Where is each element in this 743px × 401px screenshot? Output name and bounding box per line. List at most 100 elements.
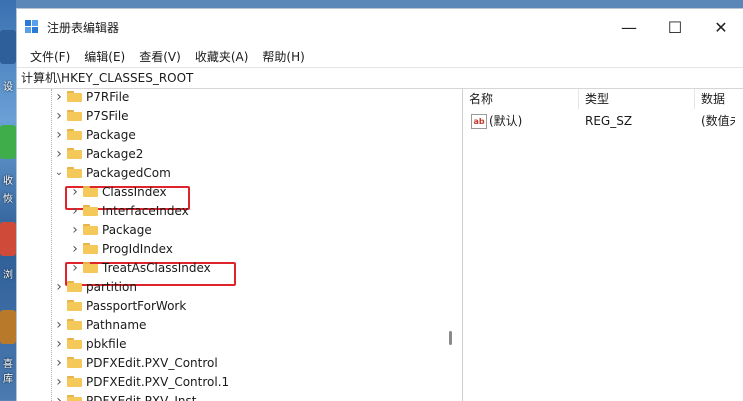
column-type-header[interactable]: 类型 — [579, 89, 695, 109]
chevron-right-icon[interactable]: › — [53, 353, 65, 372]
folder-icon — [83, 186, 98, 197]
menu-view[interactable]: 查看(V) — [132, 48, 188, 65]
chevron-right-icon[interactable]: › — [53, 106, 65, 125]
folder-icon — [67, 129, 82, 140]
folder-icon — [67, 167, 82, 178]
address-bar[interactable]: 计算机\HKEY_CLASSES_ROOT — [17, 67, 743, 89]
chevron-right-icon[interactable]: › — [69, 182, 81, 201]
tree-item-label: InterfaceIndex — [102, 204, 189, 218]
tree-item[interactable]: › P7RFile — [53, 89, 129, 106]
chevron-right-icon[interactable]: › — [53, 315, 65, 334]
values-pane[interactable]: 名称 类型 数据 ab (默认) REG_SZ (数值未设置) — [463, 89, 743, 401]
folder-icon — [83, 262, 98, 273]
folder-icon — [67, 300, 82, 311]
regedit-icon — [25, 20, 39, 34]
tree-item-label: ClassIndex — [102, 185, 167, 199]
tree-item-label: partition — [86, 280, 137, 294]
minimize-button[interactable]: — — [606, 9, 652, 45]
value-data: (数值未设置) — [701, 111, 735, 131]
chevron-right-icon[interactable]: › — [53, 372, 65, 391]
recycle-bin-icon[interactable] — [0, 125, 16, 159]
chevron-right-icon[interactable]: › — [53, 144, 65, 163]
desktop-icon-label: 浏 — [0, 266, 16, 281]
chevron-right-icon[interactable]: › — [53, 89, 65, 106]
tree-item-label: Package — [102, 223, 152, 237]
tree-item[interactable]: PassportForWork — [53, 296, 186, 315]
title-bar[interactable]: 注册表编辑器 — ☐ ✕ — [17, 9, 743, 45]
tree-item-label: P7SFile — [86, 109, 129, 123]
folder-icon — [67, 110, 82, 121]
game-icon[interactable] — [0, 310, 16, 344]
tree-item-label: Package2 — [86, 147, 143, 161]
chevron-right-icon[interactable]: › — [69, 258, 81, 277]
tree-scrollbar[interactable] — [446, 89, 456, 401]
column-data-header[interactable]: 数据 — [695, 89, 743, 109]
tree-item-label: pbkfile — [86, 337, 126, 351]
desktop-icon-label: 恢 — [0, 190, 16, 205]
value-type: REG_SZ — [585, 111, 693, 131]
chevron-right-icon[interactable]: › — [53, 125, 65, 144]
tree-item[interactable]: › InterfaceIndex — [69, 201, 189, 220]
tree-item-label: Package — [86, 128, 136, 142]
tree-item-label: PassportForWork — [86, 299, 186, 313]
tree-item[interactable]: › Pathname — [53, 315, 146, 334]
chevron-right-icon[interactable]: › — [69, 201, 81, 220]
folder-icon — [67, 376, 82, 387]
menu-bar: 文件(F) 编辑(E) 查看(V) 收藏夹(A) 帮助(H) — [17, 45, 743, 67]
tree-item[interactable]: › PDFXEdit.PXV_Control — [53, 353, 218, 372]
tree-item-label: P7RFile — [86, 90, 129, 104]
folder-icon — [67, 338, 82, 349]
close-button[interactable]: ✕ — [698, 9, 743, 45]
key-tree-pane[interactable]: ›P7RFile›P7SFile›Package›Package2⌄Packag… — [17, 89, 463, 401]
tree-item[interactable]: › ClassIndex — [69, 182, 167, 201]
tree-item[interactable]: › partition — [53, 277, 137, 296]
desktop-background: 设 收 恢 浏 喜 库 — [0, 0, 16, 400]
folder-icon — [83, 224, 98, 235]
desktop-icon-label: 收 — [0, 172, 16, 187]
tree-item[interactable]: ›PDFXEdit.PXV_Control.1 — [53, 372, 229, 391]
chevron-right-icon[interactable]: › — [53, 277, 65, 296]
tree-item[interactable]: › Package2 — [53, 144, 143, 163]
folder-icon — [83, 243, 98, 254]
maximize-button[interactable]: ☐ — [652, 9, 698, 45]
chevron-right-icon[interactable]: › — [53, 334, 65, 353]
desktop-icon-label: 库 — [0, 370, 16, 385]
chevron-down-icon[interactable]: ⌄ — [53, 163, 65, 182]
tree-item-label: TreatAsClassIndex — [102, 261, 211, 275]
tree-guide-line — [51, 89, 52, 401]
column-name-header[interactable]: 名称 — [463, 89, 579, 109]
scroll-thumb[interactable] — [449, 331, 452, 345]
tree-item[interactable]: ⌄PackagedCom — [53, 163, 171, 182]
tree-item[interactable]: › Package — [53, 125, 136, 144]
desktop-icon-label: 喜 — [0, 355, 16, 370]
tree-item[interactable]: › P7SFile — [53, 106, 129, 125]
menu-favorites[interactable]: 收藏夹(A) — [188, 48, 256, 65]
window-title: 注册表编辑器 — [47, 19, 119, 36]
tree-item-label: ProgIdIndex — [102, 242, 173, 256]
tree-item[interactable]: › pbkfile — [53, 334, 126, 353]
string-value-icon: ab — [471, 114, 487, 129]
menu-edit[interactable]: 编辑(E) — [77, 48, 132, 65]
tree-item[interactable]: › ProgIdIndex — [69, 239, 173, 258]
browser-icon[interactable] — [0, 222, 16, 256]
desktop-app-icon[interactable] — [0, 30, 16, 64]
desktop-icon-label: 设 — [0, 78, 16, 93]
tree-item[interactable]: › TreatAsClassIndex — [69, 258, 211, 277]
folder-icon — [67, 357, 82, 368]
values-header: 名称 类型 数据 — [463, 89, 743, 109]
chevron-right-icon[interactable]: › — [69, 239, 81, 258]
tree-item-label: Pathname — [86, 318, 146, 332]
value-name: (默认) — [489, 111, 577, 131]
value-row[interactable]: ab (默认) REG_SZ (数值未设置) — [463, 111, 743, 131]
folder-icon — [67, 91, 82, 102]
menu-file[interactable]: 文件(F) — [23, 48, 77, 65]
folder-icon — [67, 319, 82, 330]
menu-help[interactable]: 帮助(H) — [255, 48, 311, 65]
tree-item[interactable]: › Package — [69, 220, 152, 239]
folder-icon — [67, 395, 82, 401]
folder-icon — [67, 281, 82, 292]
tree-item-label: PDFXEdit.PXV_Control — [86, 356, 218, 370]
no-expander — [53, 296, 65, 315]
chevron-right-icon[interactable]: › — [69, 220, 81, 239]
registry-editor-window: 注册表编辑器 — ☐ ✕ 文件(F) 编辑(E) 查看(V) 收藏夹(A) 帮助… — [16, 8, 743, 401]
